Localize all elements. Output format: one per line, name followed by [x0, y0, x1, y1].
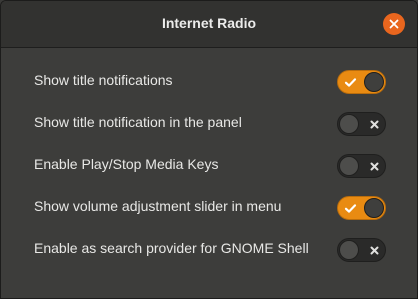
titlebar: Internet Radio	[1, 1, 417, 48]
x-icon	[370, 162, 379, 171]
toggle-knob	[339, 240, 359, 260]
preferences-window: Internet Radio Show title notifications …	[0, 0, 418, 299]
close-button[interactable]	[383, 13, 405, 35]
title-notifications-toggle[interactable]	[337, 70, 386, 94]
x-icon	[370, 120, 379, 129]
check-icon	[344, 204, 357, 213]
window-title: Internet Radio	[161, 15, 257, 31]
media-keys-toggle[interactable]	[337, 154, 386, 178]
setting-label: Enable as search provider for GNOME Shel…	[34, 240, 309, 256]
setting-row-volume-slider: Show volume adjustment slider in menu	[1, 186, 417, 228]
settings-list: Show title notifications Show title noti…	[1, 48, 417, 298]
toggle-knob	[339, 114, 359, 134]
setting-row-title-notifications: Show title notifications	[1, 60, 417, 102]
toggle-knob	[364, 198, 384, 218]
setting-row-panel-notification: Show title notification in the panel	[1, 102, 417, 144]
search-provider-toggle[interactable]	[337, 238, 386, 262]
setting-row-search-provider: Enable as search provider for GNOME Shel…	[1, 228, 417, 270]
close-icon	[389, 19, 399, 29]
volume-slider-toggle[interactable]	[337, 196, 386, 220]
setting-label: Show volume adjustment slider in menu	[34, 198, 282, 214]
setting-row-media-keys: Enable Play/Stop Media Keys	[1, 144, 417, 186]
setting-label: Enable Play/Stop Media Keys	[34, 156, 219, 172]
toggle-knob	[364, 72, 384, 92]
panel-notification-toggle[interactable]	[337, 112, 386, 136]
setting-label: Show title notifications	[34, 72, 173, 88]
x-icon	[370, 246, 379, 255]
toggle-knob	[339, 156, 359, 176]
check-icon	[344, 78, 357, 87]
setting-label: Show title notification in the panel	[34, 114, 242, 130]
